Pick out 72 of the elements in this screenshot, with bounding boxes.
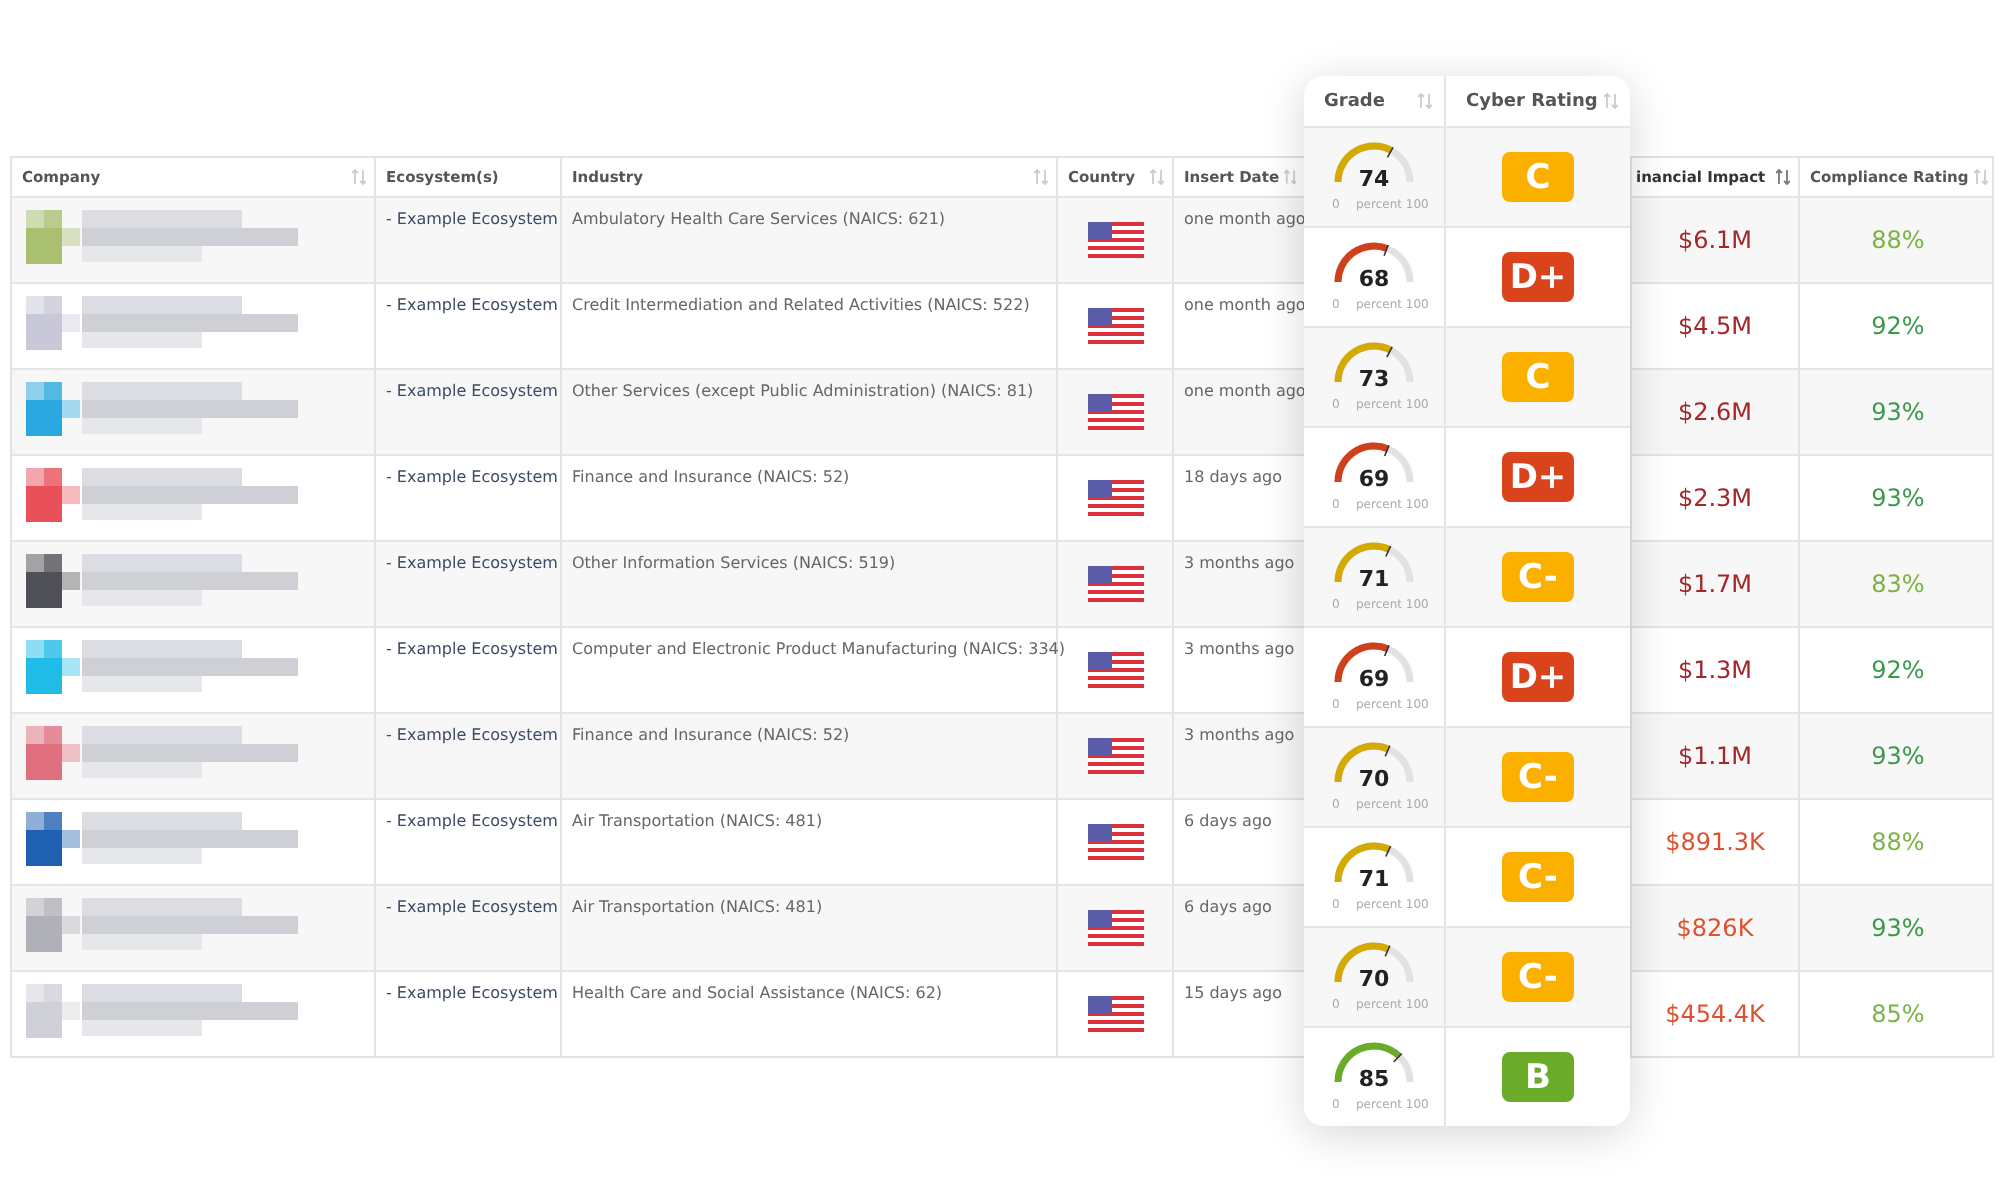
grade-score: 70: [1358, 765, 1390, 791]
grade-score: 85: [1358, 1065, 1390, 1091]
grade-score: 71: [1358, 565, 1390, 591]
ecosystem-link[interactable]: - Example Ecosystem: [386, 984, 558, 1002]
financial-impact: $2.3M: [1677, 484, 1753, 512]
financial-impact: $1.7M: [1677, 570, 1753, 598]
insert-date: 6 days ago: [1184, 898, 1272, 916]
insert-date: 3 months ago: [1184, 554, 1295, 572]
ecosystem-link[interactable]: - Example Ecosystem: [386, 296, 558, 314]
cyber-rating-badge: C: [1502, 352, 1574, 402]
ecosystem-link[interactable]: - Example Ecosystem: [386, 382, 558, 400]
compliance-rating: 93%: [1871, 742, 1925, 770]
ecosystem-link[interactable]: - Example Ecosystem: [386, 554, 558, 572]
cyber-rating-badge: D+: [1502, 252, 1574, 302]
industry-text: Other Information Services (NAICS: 519): [572, 554, 896, 572]
grade-score: 73: [1358, 365, 1390, 391]
ecosystem-link[interactable]: - Example Ecosystem: [386, 898, 558, 916]
compliance-rating: 93%: [1871, 484, 1925, 512]
insert-date: 3 months ago: [1184, 640, 1295, 658]
financial-impact: $2.6M: [1677, 398, 1753, 426]
insert-date: 18 days ago: [1184, 468, 1283, 486]
ecosystem-link[interactable]: - Example Ecosystem: [386, 812, 558, 830]
compliance-rating: 88%: [1871, 828, 1925, 856]
industry-text: Air Transportation (NAICS: 481): [572, 898, 823, 916]
ecosystem-link[interactable]: - Example Ecosystem: [386, 726, 558, 744]
grade-score: 69: [1358, 665, 1390, 691]
industry-text: Computer and Electronic Product Manufacturing (NAICS: 334): [572, 640, 1066, 658]
insert-date: one month ago: [1184, 382, 1306, 400]
compliance-rating: 85%: [1871, 1000, 1925, 1028]
insert-date: 6 days ago: [1184, 812, 1272, 830]
financial-impact: $4.5M: [1677, 312, 1753, 340]
column-header[interactable]: Grade: [1304, 76, 1446, 126]
compliance-rating: 92%: [1871, 656, 1925, 684]
grade-score: 68: [1358, 265, 1390, 291]
cyber-rating-badge: C-: [1502, 852, 1574, 902]
grade-score: 69: [1358, 465, 1390, 491]
cyber-rating-badge: B: [1502, 1052, 1574, 1102]
ecosystem-link[interactable]: - Example Ecosystem: [386, 468, 558, 486]
financial-impact: $6.1M: [1677, 226, 1753, 254]
insert-date: 3 months ago: [1184, 726, 1295, 744]
ecosystem-link[interactable]: - Example Ecosystem: [386, 210, 558, 228]
compliance-rating: 92%: [1871, 312, 1925, 340]
grade-score: 70: [1358, 965, 1390, 991]
grade-score: 71: [1358, 865, 1390, 891]
financial-impact: $1.3M: [1677, 656, 1753, 684]
industry-text: Finance and Insurance (NAICS: 52): [572, 468, 850, 486]
industry-text: Other Services (except Public Administration) (NAICS: 81): [572, 382, 1034, 400]
insert-date: 15 days ago: [1184, 984, 1283, 1002]
cyber-rating-badge: C-: [1502, 752, 1574, 802]
ecosystem-link[interactable]: - Example Ecosystem: [386, 640, 558, 658]
financial-impact: $891.3K: [1665, 828, 1765, 856]
financial-impact: $1.1M: [1677, 742, 1753, 770]
insert-date: one month ago: [1184, 210, 1306, 228]
insert-date: one month ago: [1184, 296, 1306, 314]
cyber-rating-badge: C-: [1502, 552, 1574, 602]
industry-text: Health Care and Social Assistance (NAICS: 62): [572, 984, 943, 1002]
industry-text: Finance and Insurance (NAICS: 52): [572, 726, 850, 744]
compliance-rating: 93%: [1871, 398, 1925, 426]
financial-impact: $826K: [1676, 914, 1754, 942]
financial-impact: $454.4K: [1665, 1000, 1765, 1028]
grade-score: 74: [1358, 165, 1390, 191]
industry-text: Ambulatory Health Care Services (NAICS: 621): [572, 210, 946, 228]
cyber-rating-badge: D+: [1502, 452, 1574, 502]
cyber-rating-badge: D+: [1502, 652, 1574, 702]
cyber-rating-badge: C: [1502, 152, 1574, 202]
compliance-rating: 93%: [1871, 914, 1925, 942]
compliance-rating: 83%: [1871, 570, 1925, 598]
compliance-rating: 88%: [1871, 226, 1925, 254]
column-header[interactable]: Cyber Rating: [1446, 76, 1630, 126]
industry-text: Credit Intermediation and Related Activities (NAICS: 522): [572, 296, 1030, 314]
industry-text: Air Transportation (NAICS: 481): [572, 812, 823, 830]
cyber-rating-badge: C-: [1502, 952, 1574, 1002]
